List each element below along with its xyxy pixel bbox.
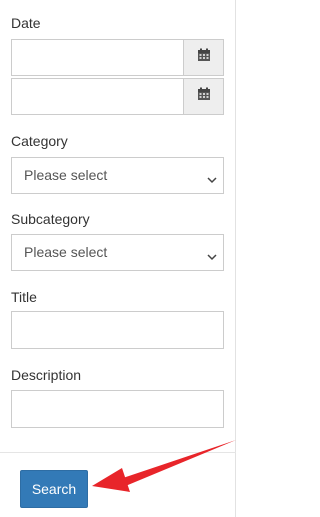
- subcategory-select[interactable]: Please select: [11, 234, 224, 271]
- description-input[interactable]: [11, 390, 224, 428]
- search-button[interactable]: Search: [20, 470, 88, 508]
- description-label: Description: [11, 367, 82, 383]
- date-from-field[interactable]: [11, 39, 224, 76]
- date-to-field[interactable]: [11, 78, 224, 115]
- title-input[interactable]: [11, 311, 224, 349]
- date-from-calendar-button[interactable]: [183, 40, 223, 75]
- title-label: Title: [11, 289, 37, 305]
- date-from-input[interactable]: [12, 40, 183, 75]
- chevron-down-icon: [207, 248, 217, 264]
- category-select[interactable]: Please select: [11, 157, 224, 194]
- subcategory-selected-value: Please select: [24, 244, 108, 260]
- calendar-icon: [197, 87, 211, 106]
- annotation-arrow-icon: [92, 440, 236, 492]
- calendar-icon: [197, 48, 211, 67]
- subcategory-label: Subcategory: [11, 211, 90, 227]
- date-to-input[interactable]: [12, 79, 183, 114]
- date-to-calendar-button[interactable]: [183, 79, 223, 114]
- category-label: Category: [11, 133, 68, 149]
- category-selected-value: Please select: [24, 167, 108, 183]
- chevron-down-icon: [207, 171, 217, 187]
- date-label: Date: [11, 15, 41, 31]
